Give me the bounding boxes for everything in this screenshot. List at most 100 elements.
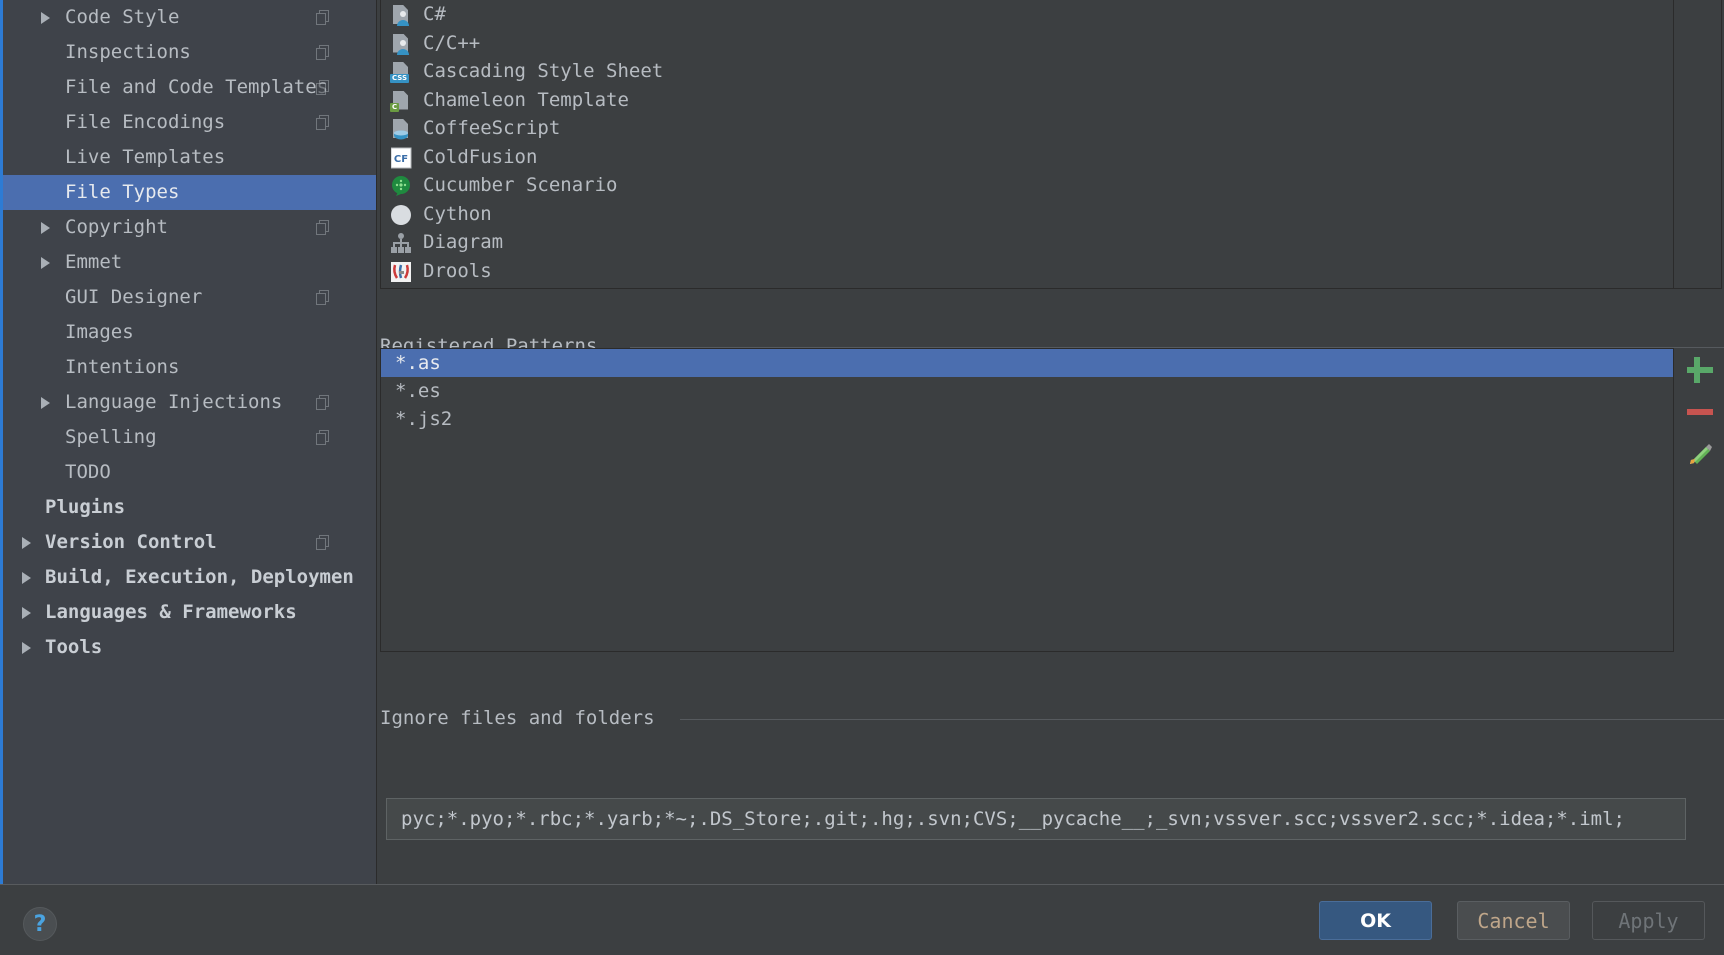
minus-icon bbox=[1687, 409, 1713, 415]
settings-dialog: Code Style Inspections File and Code Templ… bbox=[0, 0, 1724, 955]
sidebar-item-label: Intentions bbox=[65, 356, 180, 378]
sidebar-item-label: Build, Execution, Deploymen bbox=[45, 566, 354, 588]
file-type-label: CoffeeScript bbox=[423, 117, 561, 139]
file-type-label: C# bbox=[423, 3, 446, 25]
cpp-file-icon bbox=[390, 33, 412, 55]
sidebar-item-build-execution-deploymen[interactable]: Build, Execution, Deploymen bbox=[3, 560, 376, 595]
chevron-right-icon[interactable] bbox=[41, 222, 50, 234]
file-type-row[interactable]: CoffeeScript bbox=[381, 114, 1673, 143]
copy-settings-icon[interactable] bbox=[316, 535, 330, 550]
sidebar-item-label: Tools bbox=[45, 636, 103, 658]
sidebar-item-live-templates[interactable]: Live Templates bbox=[3, 140, 376, 175]
sidebar-item-language-injections[interactable]: Language Injections bbox=[3, 385, 376, 420]
chameleon-file-icon: C bbox=[390, 90, 412, 112]
sidebar-item-spelling[interactable]: Spelling bbox=[3, 420, 376, 455]
copy-settings-icon[interactable] bbox=[316, 220, 330, 235]
plus-icon bbox=[1687, 367, 1713, 373]
sidebar-item-inspections[interactable]: Inspections bbox=[3, 35, 376, 70]
help-button[interactable]: ? bbox=[23, 907, 57, 941]
file-types-scroll-column[interactable] bbox=[1674, 0, 1722, 289]
pattern-row[interactable]: *.as bbox=[381, 349, 1673, 377]
sidebar-item-label: Languages & Frameworks bbox=[45, 601, 297, 623]
copy-settings-icon[interactable] bbox=[316, 45, 330, 60]
file-type-row[interactable]: Cucumber Scenario bbox=[381, 171, 1673, 200]
chevron-right-icon[interactable] bbox=[41, 257, 50, 269]
copy-settings-icon[interactable] bbox=[316, 290, 330, 305]
sidebar-item-code-style[interactable]: Code Style bbox=[3, 0, 376, 35]
css-file-icon: CSS bbox=[390, 61, 412, 83]
dialog-footer: ? OK Cancel Apply https://blog.csdn.net/… bbox=[0, 885, 1724, 955]
recognized-file-types-list[interactable]: C# C/C++ CSS Cascading Style Sheet C Chameleo… bbox=[380, 0, 1674, 289]
sidebar-item-version-control[interactable]: Version Control bbox=[3, 525, 376, 560]
coffeescript-file-icon bbox=[390, 118, 412, 140]
sidebar-item-plugins[interactable]: Plugins bbox=[3, 490, 376, 525]
sidebar-item-copyright[interactable]: Copyright bbox=[3, 210, 376, 245]
sidebar-item-label: File Types bbox=[65, 181, 180, 203]
drools-file-icon bbox=[390, 261, 412, 283]
file-type-label: C/C++ bbox=[423, 31, 481, 54]
sidebar-item-label: Copyright bbox=[65, 216, 168, 238]
edit-pattern-button[interactable] bbox=[1684, 438, 1716, 470]
ignore-files-input[interactable]: pyc;*.pyo;*.rbc;*.yarb;*~;.DS_Store;.git… bbox=[386, 798, 1686, 840]
sidebar-item-label: Plugins bbox=[45, 496, 126, 518]
file-type-row[interactable]: Cython bbox=[381, 200, 1673, 229]
chevron-right-icon[interactable] bbox=[22, 537, 31, 549]
registered-patterns-list[interactable]: *.as *.es *.js2 bbox=[380, 348, 1674, 652]
diagram-file-icon bbox=[390, 232, 412, 254]
pencil-icon bbox=[1690, 444, 1712, 464]
cancel-button[interactable]: Cancel bbox=[1457, 901, 1570, 940]
file-type-label: Chameleon Template bbox=[423, 88, 629, 111]
chevron-right-icon[interactable] bbox=[22, 572, 31, 584]
file-type-row[interactable]: C# bbox=[381, 0, 1673, 29]
file-type-row[interactable]: CF ColdFusion bbox=[381, 143, 1673, 172]
file-type-label: Drools bbox=[423, 259, 492, 282]
sidebar-item-intentions[interactable]: Intentions bbox=[3, 350, 376, 385]
file-type-row[interactable]: Drools bbox=[381, 257, 1673, 286]
sidebar-item-emmet[interactable]: Emmet bbox=[3, 245, 376, 280]
copy-settings-icon[interactable] bbox=[316, 115, 330, 130]
add-pattern-button[interactable] bbox=[1684, 354, 1716, 386]
sidebar-item-label: File Encodings bbox=[65, 111, 226, 133]
copy-settings-icon[interactable] bbox=[316, 10, 330, 25]
ok-button[interactable]: OK bbox=[1319, 901, 1432, 940]
coldfusion-file-icon: CF bbox=[390, 147, 412, 169]
copy-settings-icon[interactable] bbox=[316, 80, 330, 95]
chevron-right-icon[interactable] bbox=[41, 12, 50, 24]
sidebar-item-gui-designer[interactable]: GUI Designer bbox=[3, 280, 376, 315]
sidebar-item-label: TODO bbox=[65, 461, 111, 483]
sidebar-item-todo[interactable]: TODO bbox=[3, 455, 376, 490]
file-type-label: Cucumber Scenario bbox=[423, 174, 618, 196]
sidebar-item-label: Code Style bbox=[65, 6, 180, 28]
chevron-right-icon[interactable] bbox=[22, 607, 31, 619]
file-types-panel: C# C/C++ CSS Cascading Style Sheet C Chameleo… bbox=[378, 0, 1724, 884]
file-type-label: Cython bbox=[423, 202, 492, 225]
chevron-right-icon[interactable] bbox=[41, 397, 50, 409]
copy-settings-icon[interactable] bbox=[316, 395, 330, 410]
file-type-label: Cascading Style Sheet bbox=[423, 60, 664, 82]
chevron-right-icon[interactable] bbox=[22, 642, 31, 654]
sidebar-item-file-encodings[interactable]: File Encodings bbox=[3, 105, 376, 140]
cython-file-icon bbox=[390, 204, 412, 226]
sidebar-item-label: Language Injections bbox=[65, 391, 283, 413]
file-type-row[interactable]: CSS Cascading Style Sheet bbox=[381, 57, 1673, 86]
cucumber-file-icon bbox=[390, 175, 412, 197]
sidebar-item-languages-frameworks[interactable]: Languages & Frameworks bbox=[3, 595, 376, 630]
pattern-row[interactable]: *.js2 bbox=[381, 405, 1673, 433]
sidebar-item-label: File and Code Templates bbox=[65, 76, 329, 98]
sidebar-item-file-and-code-templates[interactable]: File and Code Templates bbox=[3, 70, 376, 105]
svg-text:CF: CF bbox=[394, 154, 408, 165]
sidebar-item-label: Spelling bbox=[65, 426, 157, 448]
file-type-label: ColdFusion bbox=[423, 145, 538, 168]
apply-button[interactable]: Apply bbox=[1592, 901, 1705, 940]
copy-settings-icon[interactable] bbox=[316, 430, 330, 445]
file-type-row[interactable]: C/C++ bbox=[381, 29, 1673, 58]
pattern-row[interactable]: *.es bbox=[381, 377, 1673, 405]
sidebar-item-tools[interactable]: Tools bbox=[3, 630, 376, 665]
file-type-row[interactable]: C Chameleon Template bbox=[381, 86, 1673, 115]
plus-icon-vertical bbox=[1694, 357, 1700, 383]
sidebar-item-images[interactable]: Images bbox=[3, 315, 376, 350]
sidebar-item-file-types[interactable]: File Types bbox=[3, 175, 376, 210]
file-type-row[interactable]: Diagram bbox=[381, 228, 1673, 257]
settings-tree[interactable]: Code Style Inspections File and Code Templ… bbox=[3, 0, 377, 884]
remove-pattern-button[interactable] bbox=[1684, 396, 1716, 428]
